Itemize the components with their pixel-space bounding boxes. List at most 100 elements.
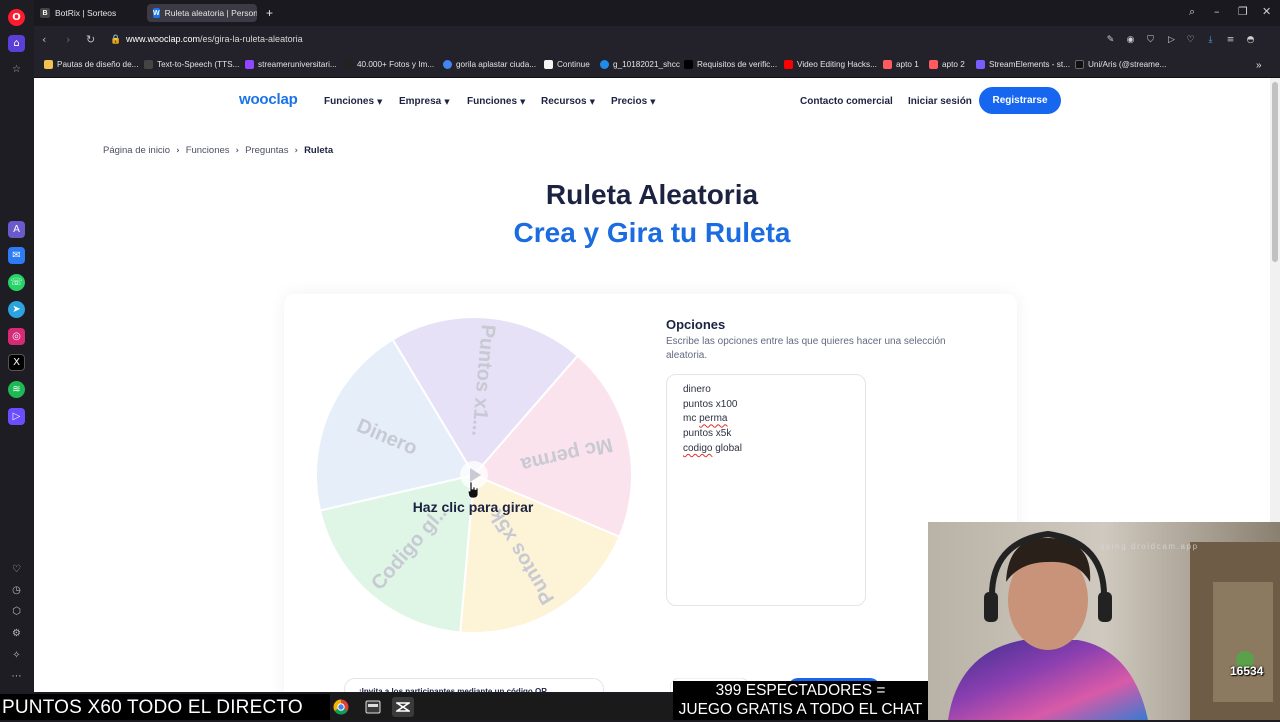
edit-icon[interactable]: ✎ [1105, 34, 1116, 45]
nav-empresa[interactable]: Empresa ▼ [399, 96, 450, 107]
options-textarea[interactable]: dinero puntos x100 mc perma puntos x5k c… [666, 374, 866, 606]
play-icon[interactable]: ▷ [1166, 34, 1177, 45]
twitch-icon [245, 60, 254, 69]
breadcrumb-funciones[interactable]: Funciones [186, 145, 230, 156]
roulette-wheel[interactable]: Puntos x1...Mc permaPuntos x5kCodigo gl.… [314, 315, 634, 635]
tab-bar: B BotRix | Sorteos W Ruleta aleatoria | … [34, 0, 1280, 26]
heart-icon[interactable]: ♡ [8, 561, 25, 578]
profile-icon[interactable]: ◓ [1245, 34, 1256, 45]
heart-icon[interactable]: ♡ [1185, 34, 1196, 45]
settings-icon[interactable]: ⚙ [8, 625, 25, 642]
breadcrumb-preguntas[interactable]: Preguntas [245, 145, 288, 156]
breadcrumb-home[interactable]: Página de inicio [103, 145, 170, 156]
option-line: mc perma [683, 413, 728, 425]
bookmark-item[interactable]: gorila aplastar ciuda... [443, 60, 536, 69]
bookmark-item[interactable]: streameruniversitari... [245, 60, 337, 69]
bookmark-icon [144, 60, 153, 69]
nav-funciones-2[interactable]: Funciones ▼ [467, 96, 525, 107]
bookmark-item[interactable]: apto 1 [883, 60, 919, 69]
banner-line: 399 ESPECTADORES = [715, 682, 886, 699]
tab-ruleta[interactable]: W Ruleta aleatoria | Personal [147, 4, 257, 22]
bookmarks-more-icon[interactable]: » [1256, 60, 1262, 71]
airbnb-icon [883, 60, 892, 69]
chrome-icon[interactable] [330, 697, 352, 717]
option-line: codigo global [683, 442, 742, 454]
spin-label[interactable]: Haz clic para girar [373, 499, 573, 515]
shield-icon[interactable]: ⛉ [1145, 34, 1156, 45]
wooclap-favicon-icon: W [153, 8, 160, 18]
more-icon[interactable]: ⋯ [8, 668, 25, 685]
tab-label: BotRix | Sorteos [55, 8, 117, 18]
download-icon[interactable]: ⤓ [1205, 34, 1216, 45]
bookmark-item[interactable]: Requisitos de verific... [684, 60, 777, 69]
instagram-icon[interactable]: ◎ [8, 328, 25, 345]
bookmark-item[interactable]: StreamElements - st... [976, 60, 1070, 69]
opera-logo-icon[interactable]: O [8, 9, 25, 26]
new-tab-button[interactable]: + [262, 4, 278, 22]
player-icon[interactable]: ▷ [8, 408, 25, 425]
restore-icon[interactable]: ❐ [1238, 5, 1248, 18]
login-link[interactable]: Iniciar sesión [908, 96, 972, 107]
chevron-right-icon: › [235, 145, 240, 156]
search-icon[interactable]: ⌕ [1189, 5, 1195, 19]
url-field[interactable]: www.wooclap.com/es/gira-la-ruleta-aleato… [126, 34, 303, 44]
spotify-icon[interactable]: ≋ [8, 381, 25, 398]
chevron-down-icon: ▼ [444, 98, 450, 106]
close-icon[interactable]: ✕ [1262, 5, 1271, 18]
reload-icon[interactable]: ↻ [86, 33, 95, 46]
whatsapp-icon[interactable]: ☏ [8, 274, 25, 291]
breadcrumb-current: Ruleta [304, 145, 334, 156]
messenger-icon[interactable]: ✉ [8, 247, 25, 264]
bookmark-item[interactable]: Pautas de diseño de... [44, 60, 138, 69]
star-icon[interactable]: ☆ [8, 61, 25, 78]
bookmark-item[interactable]: Text-to-Speech (TTS... [144, 60, 239, 69]
opera-sidebar: O ⌂ ☆ A ✉ ☏ ➤ ◎ X ≋ ▷ ♡ ◷ ⬡ ⚙ ✧ ⋯ [0, 0, 34, 720]
chevron-down-icon: ▼ [377, 98, 383, 106]
history-icon[interactable]: ◷ [8, 582, 25, 599]
address-bar: ‹ › ↻ 🔒 www.wooclap.com/es/gira-la-rulet… [34, 26, 1280, 54]
options-title: Opciones [666, 317, 726, 332]
register-button[interactable]: Registrarse [979, 87, 1061, 114]
hand-cursor-icon [467, 481, 479, 499]
camera-icon[interactable]: ◉ [1125, 34, 1136, 45]
lightbulb-icon[interactable]: ✧ [8, 647, 25, 664]
bookmark-item[interactable]: g_10182021_shcc [600, 60, 680, 69]
lock-icon: 🔒 [110, 35, 122, 45]
bookmark-item[interactable]: Continue [544, 60, 590, 69]
minimize-icon[interactable]: – [1214, 5, 1220, 18]
app-window-icon[interactable] [362, 697, 384, 717]
nav-recursos[interactable]: Recursos ▼ [541, 96, 595, 107]
chevron-down-icon: ▼ [650, 98, 656, 106]
capcut-icon[interactable] [392, 697, 414, 717]
bookmark-item[interactable]: apto 2 [929, 60, 965, 69]
document-icon [544, 60, 553, 69]
nav-funciones[interactable]: Funciones ▼ [324, 96, 382, 107]
aria-icon[interactable]: A [8, 221, 25, 238]
home-icon[interactable]: ⌂ [8, 35, 25, 52]
youtube-icon [784, 60, 793, 69]
nav-precios[interactable]: Precios ▼ [611, 96, 656, 107]
menu-icon[interactable]: ≡ [1225, 34, 1236, 45]
forward-icon[interactable]: › [66, 33, 70, 46]
option-line: dinero [683, 384, 711, 395]
bookmarks-bar: Pautas de diseño de... Text-to-Speech (T… [34, 54, 1280, 78]
bookmark-item[interactable]: Uni/Aris (@streame... [1075, 60, 1166, 69]
google-icon [443, 60, 452, 69]
wooclap-logo[interactable]: wooclap [239, 91, 298, 108]
option-line: puntos x100 [683, 398, 738, 410]
bookmark-icon [344, 60, 353, 69]
banner-line: JUEGO GRATIS A TODO EL CHAT [678, 700, 923, 718]
breadcrumb: Página de inicio › Funciones › Preguntas… [103, 145, 333, 156]
qr-invite-pill[interactable]: ¡Invita a los participantes mediante un … [344, 678, 604, 692]
x-twitter-icon[interactable]: X [8, 354, 25, 371]
tab-botrix[interactable]: B BotRix | Sorteos [34, 4, 144, 22]
cube-icon[interactable]: ⬡ [8, 603, 25, 620]
back-icon[interactable]: ‹ [42, 33, 46, 46]
bookmark-item[interactable]: 40.000+ Fotos y Im... [344, 60, 434, 69]
page-subtitle: Crea y Gira tu Ruleta [513, 217, 791, 248]
contact-link[interactable]: Contacto comercial [800, 96, 893, 107]
scrollbar-thumb[interactable] [1272, 82, 1278, 262]
bookmark-item[interactable]: Video Editing Hacks... [784, 60, 877, 69]
telegram-icon[interactable]: ➤ [8, 301, 25, 318]
stream-banner-right: 399 ESPECTADORES = JUEGO GRATIS A TODO E… [673, 681, 928, 720]
